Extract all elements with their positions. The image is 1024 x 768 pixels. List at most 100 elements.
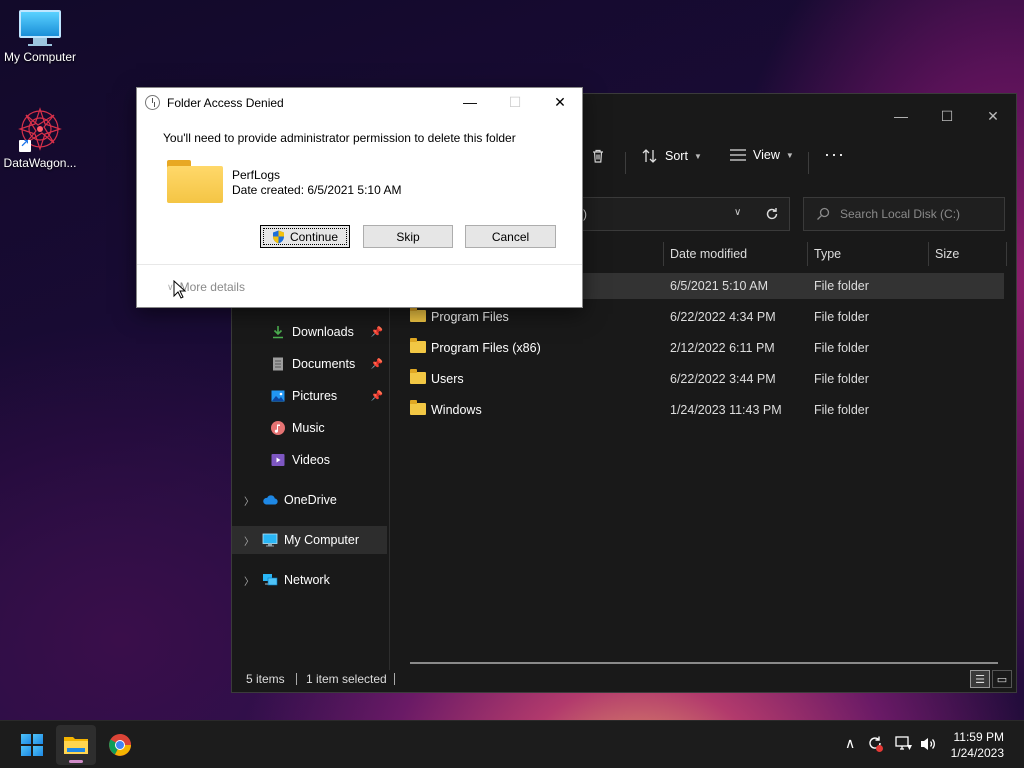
- clock-date: 1/24/2023: [950, 746, 1004, 760]
- nav-item-onedrive[interactable]: 〉 OneDrive: [232, 486, 387, 514]
- minimize-button[interactable]: —: [878, 94, 924, 138]
- address-dropdown-icon[interactable]: ∨: [734, 207, 741, 218]
- videos-icon: [271, 454, 285, 466]
- pictures-icon: [271, 390, 285, 402]
- dialog-divider: [137, 264, 582, 265]
- dialog-title: Folder Access Denied: [167, 96, 284, 110]
- refresh-icon[interactable]: [765, 207, 779, 221]
- window-controls: — ☐ ✕: [878, 94, 1016, 138]
- table-row[interactable]: Windows 1/24/2023 11:43 PM File folder: [408, 397, 1004, 423]
- details-view-icon: ☰: [975, 673, 985, 686]
- cancel-label: Cancel: [491, 229, 530, 244]
- skip-button[interactable]: Skip: [363, 225, 453, 248]
- nav-item-documents[interactable]: Documents 📌: [232, 350, 387, 378]
- row-name-cell: Program Files (x86): [410, 338, 541, 355]
- desktop-icon-label: DataWagon...: [3, 156, 77, 170]
- clock-icon: [145, 95, 160, 110]
- toolbar-separator: [808, 152, 809, 174]
- row-type: File folder: [814, 310, 869, 324]
- chevron-right-icon[interactable]: 〉: [244, 573, 254, 588]
- dialog-maximize-button: ☐: [492, 88, 538, 116]
- nav-item-pictures[interactable]: Pictures 📌: [232, 382, 387, 410]
- delete-button[interactable]: [590, 148, 606, 164]
- more-options-button[interactable]: ···: [824, 144, 845, 165]
- taskbar-file-explorer[interactable]: [56, 725, 96, 765]
- chevron-right-icon[interactable]: 〉: [244, 533, 254, 548]
- nav-item-label: Videos: [292, 453, 330, 467]
- folder-icon: [410, 400, 426, 415]
- view-button[interactable]: View ▼: [729, 148, 794, 162]
- dialog-minimize-button[interactable]: —: [447, 88, 493, 116]
- sort-button[interactable]: Sort ▼: [641, 148, 702, 164]
- folder-icon: [64, 737, 88, 754]
- tray-overflow-chevron-icon[interactable]: ∧: [845, 735, 855, 752]
- more-icon: ···: [824, 144, 845, 164]
- tiles-view-button[interactable]: ▭: [992, 670, 1012, 688]
- table-row[interactable]: Program Files (x86) 2/12/2022 6:11 PM Fi…: [408, 335, 1004, 361]
- continue-button[interactable]: Continue: [260, 225, 350, 248]
- nav-item-my-computer[interactable]: 〉 My Computer: [232, 526, 387, 554]
- maximize-icon: ☐: [508, 93, 522, 110]
- dialog-close-button[interactable]: ✕: [537, 88, 583, 116]
- pin-icon[interactable]: 📌: [371, 391, 383, 402]
- pin-icon[interactable]: 📌: [371, 327, 383, 338]
- details-view-button[interactable]: ☰: [970, 670, 990, 688]
- computer-icon: [262, 533, 278, 547]
- start-button[interactable]: [12, 725, 52, 765]
- tiles-view-icon: ▭: [996, 673, 1008, 686]
- row-date: 2/12/2022 6:11 PM: [670, 341, 775, 355]
- row-name: Program Files (x86): [431, 341, 541, 355]
- column-header-type[interactable]: Type: [814, 240, 841, 268]
- volume-icon[interactable]: [919, 736, 937, 752]
- desktop-icon-datawagon[interactable]: DataWagon...: [0, 106, 80, 170]
- network-status-icon[interactable]: [895, 736, 913, 752]
- search-box: [803, 197, 1005, 231]
- column-separator: [663, 242, 664, 266]
- row-name-cell: Users: [410, 369, 464, 386]
- taskbar-chrome[interactable]: [100, 725, 140, 765]
- toolbar-separator: [625, 152, 626, 174]
- address-bar[interactable]: ) ∨: [578, 197, 790, 231]
- maximize-button[interactable]: ☐: [924, 94, 970, 138]
- pin-icon[interactable]: 📌: [371, 359, 383, 370]
- system-clock[interactable]: 11:59 PM 1/24/2023: [951, 729, 1004, 761]
- uac-shield-icon: [272, 230, 284, 243]
- desktop-icon-my-computer[interactable]: My Computer: [0, 10, 80, 64]
- column-header-size[interactable]: Size: [935, 240, 959, 268]
- trash-icon: [593, 149, 603, 163]
- row-type: File folder: [814, 341, 869, 355]
- nav-item-music[interactable]: Music: [232, 414, 387, 442]
- horizontal-scrollbar[interactable]: [410, 662, 998, 664]
- row-name: Windows: [431, 403, 482, 417]
- column-header-date[interactable]: Date modified: [670, 240, 747, 268]
- chevron-right-icon[interactable]: 〉: [244, 493, 254, 508]
- table-row[interactable]: Users 6/22/2022 3:44 PM File folder: [408, 366, 1004, 392]
- nav-item-videos[interactable]: Videos: [232, 446, 387, 474]
- column-label: Type: [814, 247, 842, 261]
- folder-access-denied-dialog: Folder Access Denied — ☐ ✕ You'll need t…: [136, 87, 583, 308]
- nav-item-downloads[interactable]: Downloads 📌: [232, 318, 387, 346]
- cancel-button[interactable]: Cancel: [465, 225, 556, 248]
- nav-item-label: Downloads: [292, 325, 354, 339]
- row-type: File folder: [814, 372, 869, 386]
- cloud-icon: [263, 495, 278, 505]
- search-input[interactable]: [840, 207, 990, 221]
- column-label: Date modified: [670, 247, 748, 261]
- nav-item-label: Network: [284, 573, 330, 587]
- music-icon: [271, 421, 285, 435]
- row-type: File folder: [814, 403, 869, 417]
- update-icon[interactable]: [866, 735, 884, 753]
- column-label: Size: [935, 247, 960, 261]
- row-date: 6/22/2022 4:34 PM: [670, 310, 776, 324]
- address-text: ): [583, 207, 587, 221]
- download-icon: [273, 326, 283, 339]
- active-app-indicator: [69, 760, 83, 763]
- taskbar: ∧ 11:59 PM 1/24/2023: [0, 720, 1024, 768]
- nav-item-network[interactable]: 〉 Network: [232, 566, 387, 594]
- network-icon: [263, 574, 278, 586]
- close-button[interactable]: ✕: [970, 94, 1016, 138]
- continue-label: Continue: [289, 229, 339, 244]
- item-count: 5 items: [246, 672, 285, 686]
- nav-item-label: Documents: [292, 357, 356, 371]
- close-icon: ✕: [987, 107, 999, 124]
